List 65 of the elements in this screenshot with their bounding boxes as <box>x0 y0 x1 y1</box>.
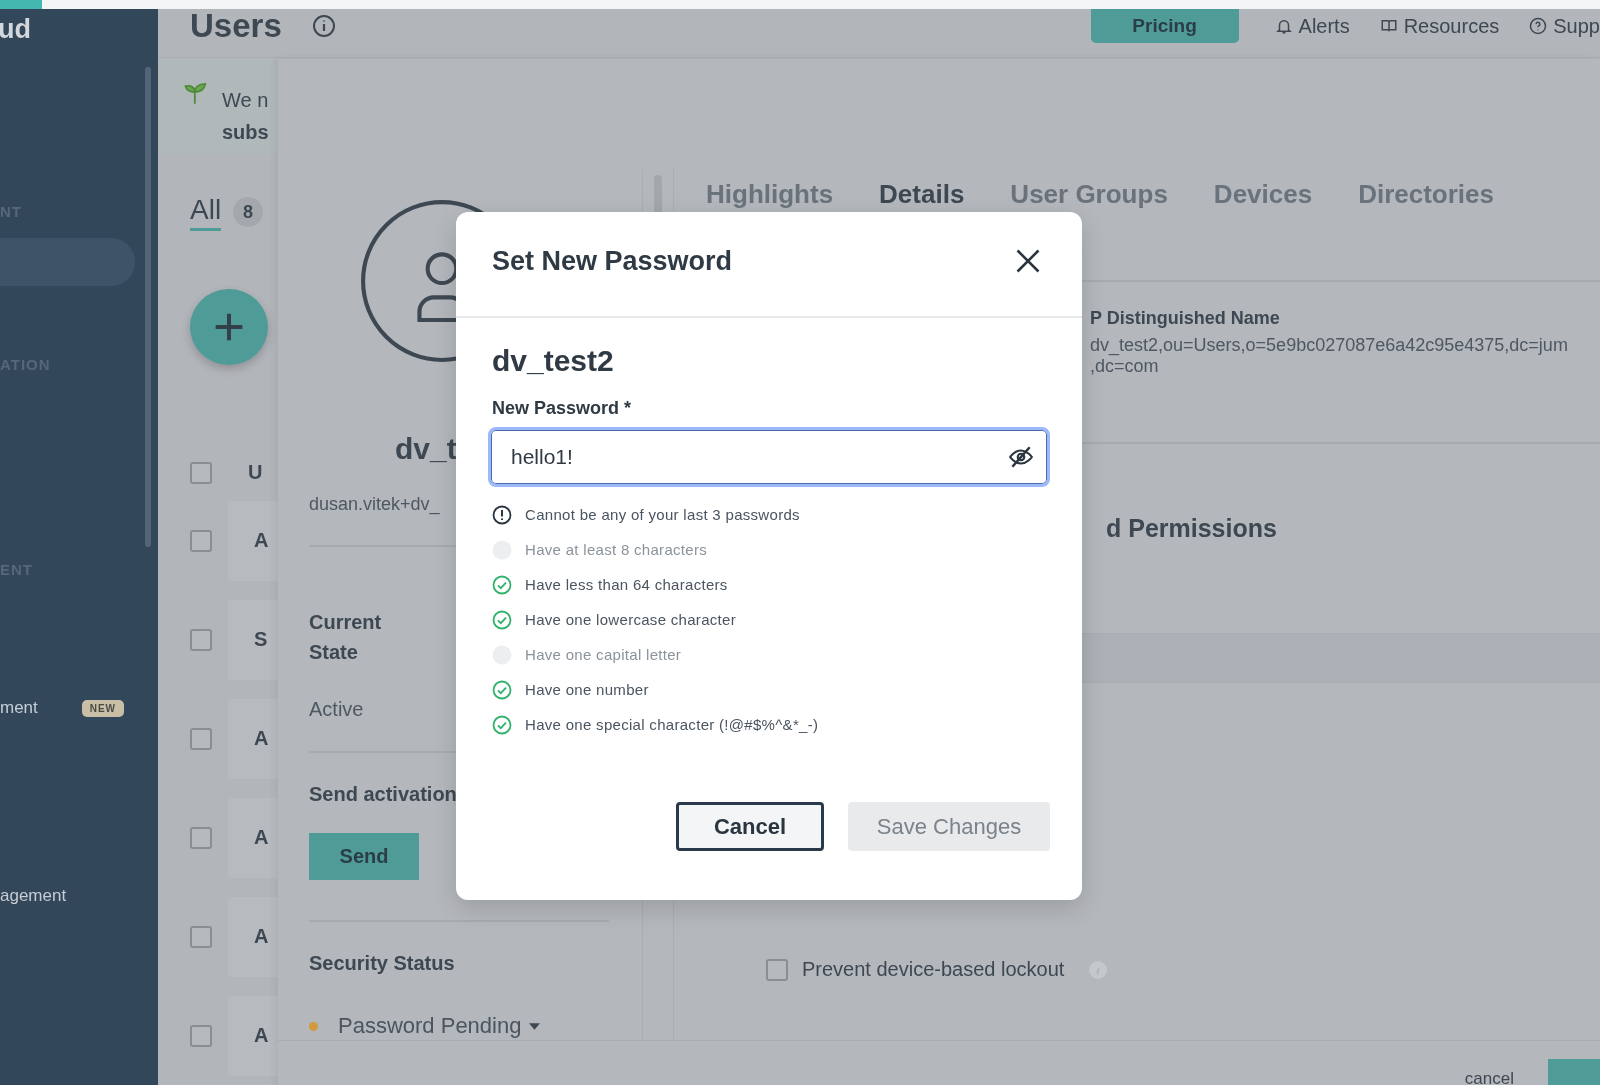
tab[interactable]: Details <box>879 179 965 210</box>
rule-text: Have one number <box>525 681 649 698</box>
checkbox[interactable] <box>190 826 212 849</box>
checkbox[interactable] <box>190 727 212 750</box>
column-header: U <box>248 461 263 484</box>
checkbox[interactable] <box>190 461 212 484</box>
banner-text: subs <box>222 120 269 146</box>
banner-text: We n <box>222 88 269 114</box>
new-badge: NEW <box>81 699 124 717</box>
rule-text: Have less than 64 characters <box>525 576 728 593</box>
tab[interactable]: Directories <box>1358 179 1494 210</box>
tab[interactable]: Devices <box>1213 179 1313 210</box>
scrollbar[interactable] <box>145 67 151 547</box>
tab[interactable]: User Groups <box>1010 179 1168 210</box>
rule-text: Have one special character (!@#$%^&*_-) <box>525 716 819 733</box>
user-email: dusan.vitek+dv_ <box>309 494 440 515</box>
sidebar-item[interactable]: ment <box>0 698 38 718</box>
sidebar-item[interactable]: agement <box>0 886 67 906</box>
cancel-button[interactable]: Cancel <box>676 802 824 851</box>
password-field[interactable]: hello1! <box>488 427 1050 487</box>
field-label: New Password * <box>492 398 633 419</box>
logo-text: ud <box>0 15 32 43</box>
field-label: Current State <box>309 610 383 665</box>
filter-tab[interactable]: All <box>190 193 222 231</box>
cancel-link[interactable]: cancel <box>1464 1071 1514 1085</box>
nav-link[interactable]: Alerts <box>1274 14 1350 38</box>
checkbox[interactable] <box>190 628 212 651</box>
checkbox[interactable] <box>190 1024 212 1047</box>
bell-icon <box>1274 17 1293 35</box>
section-heading: d Permissions <box>1106 514 1277 543</box>
checkbox[interactable] <box>190 529 212 552</box>
field-value: dv_test2,ou=Users,o=5e9bc027087e6a42c95e4375,dc=jum <box>1090 335 1569 356</box>
status-dropdown[interactable]: Password Pending <box>338 1013 522 1039</box>
status-dot <box>309 1021 318 1031</box>
field-label: Send activation <box>309 783 457 806</box>
rule-text: Cannot be any of your last 3 passwords <box>525 506 800 523</box>
count-badge: 8 <box>233 197 264 227</box>
pricing-button[interactable]: Pricing <box>1090 8 1239 43</box>
field-value: ,dc=com <box>1090 356 1160 377</box>
user-name: dv_t <box>395 432 457 466</box>
save-button[interactable] <box>1548 1059 1600 1085</box>
user-name: dv_test2 <box>492 344 615 378</box>
caret-icon[interactable] <box>529 1022 541 1030</box>
tab[interactable]: Highlights <box>706 179 834 210</box>
send-button[interactable]: Send <box>309 833 419 880</box>
checkbox-label: Prevent device-based lockout <box>802 958 1065 981</box>
field-label: P Distinguished Name <box>1090 308 1281 329</box>
checkbox[interactable] <box>766 958 788 981</box>
close-icon[interactable] <box>1014 247 1042 275</box>
help-icon <box>1529 17 1548 35</box>
rule-text: Have one lowercase character <box>525 611 736 628</box>
page-title: Users <box>190 7 282 45</box>
rule-text: Have at least 8 characters <box>525 541 708 558</box>
add-button[interactable] <box>190 288 268 365</box>
nav-link[interactable]: Supp <box>1529 14 1600 38</box>
field-label: Security Status <box>309 952 455 975</box>
eye-slash-icon[interactable] <box>1008 444 1034 470</box>
dialog-title: Set New Password <box>492 245 733 277</box>
nav-link[interactable]: Resources <box>1379 14 1500 38</box>
accent-bar <box>0 0 42 9</box>
info-icon[interactable] <box>311 14 336 38</box>
rule-text: Have one capital letter <box>525 646 682 663</box>
field-value: Active <box>309 698 364 721</box>
checkbox[interactable] <box>190 925 212 948</box>
warning-icon <box>492 504 512 525</box>
